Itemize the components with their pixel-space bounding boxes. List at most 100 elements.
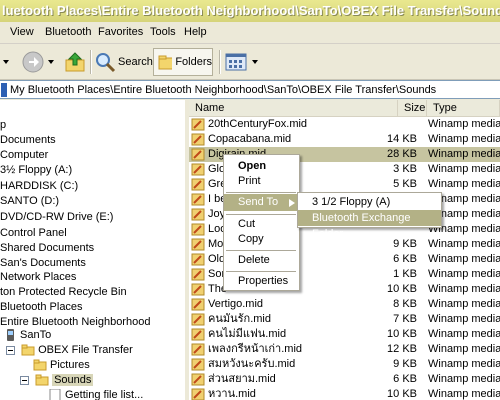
menu-separator <box>226 192 296 193</box>
tree-item[interactable]: DVD/CD-RW Drive (E:) <box>0 210 113 225</box>
tree-item[interactable]: p <box>0 118 6 133</box>
file-type: Winamp media file <box>428 298 500 310</box>
menu-bar: View Bluetooth Favorites Tools Help <box>0 22 500 44</box>
menu-item-copy[interactable]: Copy <box>224 231 299 248</box>
menu-bluetooth[interactable]: Bluetooth <box>45 26 91 38</box>
winamp-file-icon <box>191 358 205 371</box>
file-name: Copacabana.mid <box>208 133 292 145</box>
collapse-icon[interactable] <box>20 375 29 385</box>
folder-icon <box>21 344 35 356</box>
file-size: 5 KB <box>393 178 417 190</box>
menu-tools[interactable]: Tools <box>150 26 176 38</box>
tree-item[interactable]: Computer <box>0 148 48 163</box>
views-grid-icon <box>225 53 247 71</box>
winamp-file-icon <box>191 163 205 176</box>
forward-arrow-icon <box>22 51 44 73</box>
folders-button[interactable]: Folders <box>153 48 213 76</box>
file-type: Winamp media file <box>428 253 500 265</box>
table-row[interactable]: สมหวังนะครับ.mid 9 KB Winamp media file <box>189 357 500 372</box>
winamp-file-icon <box>191 313 205 326</box>
file-size: 7 KB <box>393 313 417 325</box>
up-folder-button[interactable] <box>64 48 86 76</box>
toolbar: Search Folders <box>0 44 500 80</box>
file-size: 10 KB <box>387 388 417 400</box>
file-type: Winamp media file <box>428 328 500 340</box>
address-bar: My Bluetooth Places\Entire Bluetooth Nei… <box>0 80 500 100</box>
menu-view[interactable]: View <box>10 26 34 38</box>
file-type: Winamp media file <box>428 148 500 160</box>
file-size: 9 KB <box>393 358 417 370</box>
folder-tree: p Documents Computer 3½ Floppy (A:) HARD… <box>0 100 186 400</box>
send-to-submenu: 3 1/2 Floppy (A) Bluetooth Exchange Fold… <box>297 192 442 240</box>
file-name: ส่วนสยาม.mid <box>208 373 276 385</box>
menu-help[interactable]: Help <box>184 26 207 38</box>
file-icon <box>49 389 61 400</box>
table-row[interactable]: คนมันรัก.mid 7 KB Winamp media file <box>189 312 500 327</box>
menu-item-delete[interactable]: Delete <box>224 252 299 269</box>
tree-item[interactable]: Control Panel <box>0 226 67 241</box>
tree-item[interactable]: OBEX File Transfer <box>6 343 133 358</box>
tree-item[interactable]: Network Places <box>0 270 76 285</box>
file-type: Winamp media file <box>428 283 500 295</box>
file-type: Winamp media file <box>428 373 500 385</box>
table-row[interactable]: คนไม่มีแฟน.mid 10 KB Winamp media file <box>189 327 500 342</box>
file-name: 20thCenturyFox.mid <box>208 118 308 130</box>
send-to-floppy[interactable]: 3 1/2 Floppy (A) <box>298 194 441 210</box>
tree-item[interactable]: Pictures <box>33 358 90 373</box>
tree-item[interactable]: Bluetooth Places <box>0 300 83 315</box>
table-row[interactable]: ส่วนสยาม.mid 6 KB Winamp media file <box>189 372 500 387</box>
phone-icon <box>7 329 14 342</box>
chevron-down-icon <box>252 60 258 64</box>
tree-item[interactable]: SANTO (D:) <box>0 194 59 209</box>
tree-item[interactable]: Documents <box>0 133 56 148</box>
file-name: เพลงกรีหน้าเก่า.mid <box>208 343 303 355</box>
file-name: หวาน.mid <box>208 388 256 400</box>
table-row[interactable]: หวาน.mid 10 KB Winamp media file <box>189 387 500 400</box>
file-type: Winamp media file <box>428 388 500 400</box>
file-size: 10 KB <box>387 328 417 340</box>
tree-item[interactable]: HARDDISK (C:) <box>0 179 78 194</box>
file-type: Winamp media file <box>428 178 500 190</box>
file-size: 3 KB <box>393 163 417 175</box>
tree-item[interactable]: 3½ Floppy (A:) <box>0 163 72 178</box>
menu-item-print[interactable]: Print <box>224 173 299 190</box>
table-row[interactable]: เพลงกรีหน้าเก่า.mid 12 KB Winamp media fil… <box>189 342 500 357</box>
send-to-bluetooth-exchange-folder[interactable]: Bluetooth Exchange Folder <box>298 210 441 240</box>
winamp-file-icon <box>191 178 205 191</box>
file-type: Winamp media file <box>428 118 500 130</box>
winamp-file-icon <box>191 133 205 146</box>
address-input[interactable]: My Bluetooth Places\Entire Bluetooth Nei… <box>0 80 500 99</box>
forward-button[interactable] <box>22 48 55 76</box>
table-row[interactable]: Vertigo.mid 8 KB Winamp media file <box>189 297 500 312</box>
winamp-file-icon <box>191 388 205 400</box>
tree-item[interactable]: Sounds <box>20 373 94 388</box>
table-row[interactable]: 20thCenturyFox.mid Winamp media file <box>189 117 500 132</box>
folder-open-icon <box>35 374 49 386</box>
column-header-name[interactable]: Name <box>189 100 398 117</box>
winamp-file-icon <box>191 238 205 251</box>
column-header-type[interactable]: Type <box>427 100 500 117</box>
file-size: 9 KB <box>393 238 417 250</box>
search-button[interactable]: Search <box>94 48 153 76</box>
winamp-file-icon <box>191 118 205 131</box>
menu-favorites[interactable]: Favorites <box>98 26 143 38</box>
collapse-icon[interactable] <box>6 345 15 355</box>
back-dropdown-button[interactable] <box>2 48 10 76</box>
column-header-size[interactable]: Size <box>398 100 427 117</box>
window-title: luetooth Places\Entire Bluetooth Neighbo… <box>2 3 500 18</box>
tree-item[interactable]: Shared Documents <box>0 241 94 256</box>
menu-item-properties[interactable]: Properties <box>224 273 299 290</box>
menu-item-send-to[interactable]: Send To <box>224 194 299 211</box>
tree-item[interactable]: ton Protected Recycle Bin <box>0 285 127 300</box>
search-button-label: Search <box>118 56 153 68</box>
winamp-file-icon <box>191 253 205 266</box>
chevron-down-icon <box>3 60 9 64</box>
table-row[interactable]: Copacabana.mid 14 KB Winamp media file <box>189 132 500 147</box>
views-button[interactable] <box>225 48 259 76</box>
winamp-file-icon <box>191 148 205 161</box>
submenu-arrow-icon <box>289 199 295 207</box>
file-type: Winamp media file <box>428 163 500 175</box>
tree-item[interactable]: San's Documents <box>0 256 86 271</box>
tree-item[interactable]: Getting file list... <box>48 388 143 400</box>
tree-item[interactable]: SanTo <box>3 328 51 343</box>
